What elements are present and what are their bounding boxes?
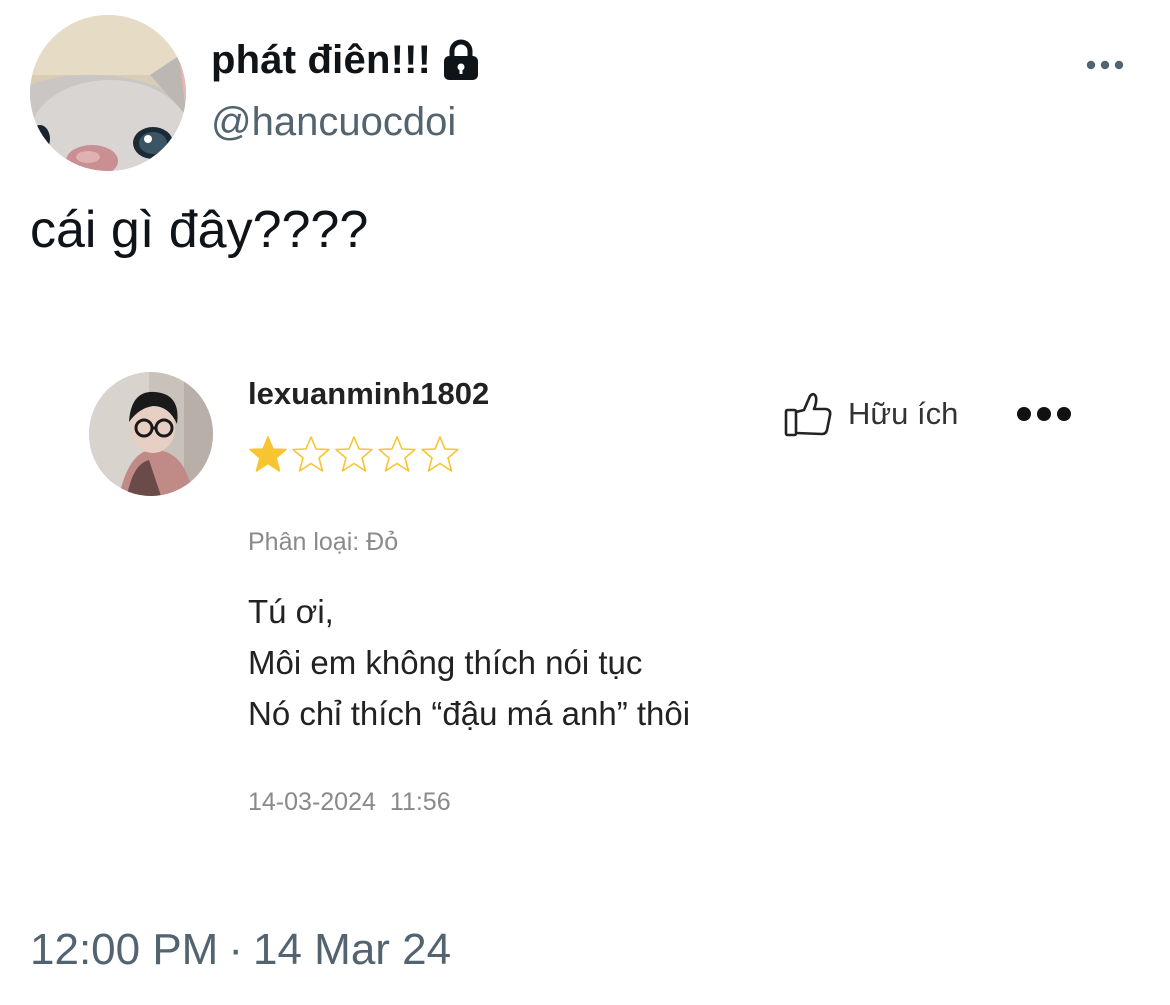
lock-icon — [441, 39, 481, 81]
tweet-timestamp[interactable]: 12:00 PM · 14 Mar 24 — [30, 925, 451, 975]
review-card-image[interactable]: lexuanminh1802 Hữu ích Phân loại: Đỏ Tú … — [80, 330, 1130, 860]
reviewer-username: lexuanminh1802 — [248, 376, 490, 411]
star-empty-icon — [335, 436, 373, 472]
tweet-date: 14 Mar 24 — [253, 925, 452, 974]
variant-label: Phân loại: — [248, 528, 367, 556]
star-filled-icon — [249, 436, 287, 472]
star-rating — [248, 434, 460, 474]
review-time: 11:56 — [389, 788, 451, 816]
meta-separator: · — [228, 925, 243, 974]
variant-info: Phân loại: Đỏ — [248, 528, 398, 557]
more-horizontal-icon[interactable] — [1014, 402, 1074, 426]
tweet-text: cái gì đây???? — [30, 201, 369, 259]
author-display-name[interactable]: phát điên!!! — [211, 38, 431, 83]
review-date: 14-03-2024 — [248, 788, 376, 816]
author-handle[interactable]: @hancuocdoi — [211, 100, 456, 145]
review-line: Môi em không thích nói tục — [248, 644, 643, 681]
thumbs-up-icon — [784, 392, 832, 437]
reviewer-avatar — [89, 372, 213, 496]
author-name-row: phát điên!!! — [211, 30, 481, 90]
star-empty-icon — [421, 436, 459, 472]
review-timestamp: 14-03-2024 11:56 — [248, 788, 451, 817]
star-empty-icon — [378, 436, 416, 472]
tweet-time: 12:00 PM — [30, 925, 219, 974]
helpful-label: Hữu ích — [848, 396, 959, 431]
author-avatar[interactable] — [30, 15, 186, 171]
review-line: Nó chỉ thích “đậu má anh” thôi — [248, 695, 691, 732]
cat-avatar-image — [30, 15, 186, 171]
variant-value: Đỏ — [366, 528, 399, 556]
more-horizontal-icon[interactable] — [1080, 50, 1134, 80]
helpful-button[interactable]: Hữu ích — [782, 388, 958, 440]
review-body: Tú ơi, Môi em không thích nói tục Nó chỉ… — [248, 586, 690, 739]
review-line: Tú ơi, — [248, 593, 334, 630]
star-empty-icon — [292, 436, 330, 472]
